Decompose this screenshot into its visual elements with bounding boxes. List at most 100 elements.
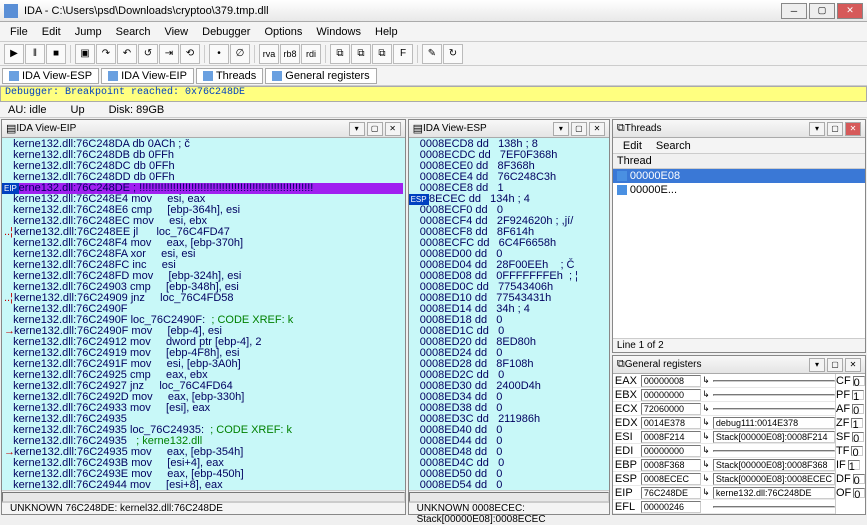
run-to-cursor-button[interactable]: ↺ [138,44,158,64]
flag-row[interactable]: PF1 [836,388,865,402]
disk-status: Disk: 89GB [109,104,165,116]
register-row[interactable]: ESI0008F214↳Stack[00000E08]:0008F214 [613,430,835,444]
flag-row[interactable]: TF0 [836,444,865,458]
refresh-button[interactable]: ⟲ [180,44,200,64]
disassembly-view[interactable]: kerne132.dll:76C248DA db 0ACh ; č kerne1… [2,138,405,490]
step-over-button[interactable]: ▣ [75,44,95,64]
pane-menu-button[interactable]: ▾ [809,358,825,372]
register-row[interactable]: ECX72060000↳ [613,402,835,416]
clear-button[interactable]: ∅ [230,44,250,64]
menu-options[interactable]: Options [258,24,308,40]
toolbar-sep [254,45,255,63]
menu-edit[interactable]: Edit [36,24,67,40]
register-row[interactable]: EFL00000246 [613,500,835,514]
step-into-button[interactable]: ↷ [96,44,116,64]
window-button-3[interactable]: ⧉ [372,44,392,64]
disasm-line[interactable]: kerne132.dll:76C24944 mov [esi+8], eax [4,480,403,490]
main-area: ▤ IDA View-EIP ▾ ▢ ✕ kerne132.dll:76C248… [0,118,867,516]
pane-restore-button[interactable]: ▢ [367,122,383,136]
pane-menu-button[interactable]: ▾ [349,122,365,136]
threads-menu-edit[interactable]: Edit [617,138,648,154]
minimize-button[interactable]: ─ [781,3,807,19]
rb8-button[interactable]: rb8 [280,44,300,64]
horizontal-scrollbar[interactable] [2,490,405,502]
pane-close-button[interactable]: ✕ [845,358,861,372]
register-row[interactable]: EIP76C248DE↳kerne132.dll:76C248DE [613,486,835,500]
flag-row[interactable]: SF0 [836,430,865,444]
stop-button[interactable]: ■ [46,44,66,64]
threads-pane: ⧉ Threads ▾ ▢ ✕ Edit Search Thread 00000… [612,119,866,353]
titlebar: IDA - C:\Users\psd\Downloads\cryptoo\379… [0,0,867,22]
thread-row[interactable]: 00000E08 [613,169,865,183]
pane-close-button[interactable]: ✕ [845,122,861,136]
maximize-button[interactable]: ▢ [809,3,835,19]
threads-list[interactable]: Thread 00000E0800000E... [613,154,865,338]
tab-ida-view-esp[interactable]: IDA View-ESP [2,68,99,84]
tab-threads[interactable]: Threads [196,68,263,84]
tab-general-registers[interactable]: General registers [265,68,376,84]
pane-close-button[interactable]: ✕ [589,122,605,136]
tab-ida-view-eip[interactable]: IDA View-EIP [101,68,194,84]
pause-button[interactable]: ‖ [25,44,45,64]
window-button-2[interactable]: ⧉ [351,44,371,64]
au-status: AU: idle [8,104,47,116]
pane-restore-button[interactable]: ▢ [827,358,843,372]
pane-menu-button[interactable]: ▾ [553,122,569,136]
pane-restore-button[interactable]: ▢ [571,122,587,136]
flag-row[interactable]: IF1 [836,458,865,472]
menu-search[interactable]: Search [110,24,157,40]
menu-jump[interactable]: Jump [69,24,108,40]
close-button[interactable]: ✕ [837,3,863,19]
stack-line[interactable]: 0008ED54 dd 0 [411,480,607,490]
window-button-1[interactable]: ⧉ [330,44,350,64]
rva-button[interactable]: rva [259,44,279,64]
step-out-button[interactable]: ↶ [117,44,137,64]
tab-label: Threads [216,70,256,82]
menu-view[interactable]: View [158,24,194,40]
reload-button[interactable]: ↻ [443,44,463,64]
register-row[interactable]: EDI00000000↳ [613,444,835,458]
menu-debugger[interactable]: Debugger [196,24,256,40]
pane-title: Threads [625,123,809,134]
threads-menu-search[interactable]: Search [650,138,697,154]
registers-view[interactable]: EAX00000008↳EBX00000000↳ECX72060000↳EDX0… [613,374,865,514]
horizontal-scrollbar[interactable] [409,490,609,502]
flag-row[interactable]: OF0 [836,486,865,500]
debugger-status-bar: Debugger: Breakpoint reached: 0x76C248DE [0,86,867,102]
menu-file[interactable]: File [4,24,34,40]
window-title: IDA - C:\Users\psd\Downloads\cryptoo\379… [24,5,781,17]
edit-button[interactable]: ✎ [422,44,442,64]
flag-row[interactable]: AF0 [836,402,865,416]
register-row[interactable]: EBP0008F368↳Stack[00000E08]:0008F368 [613,458,835,472]
pane-restore-button[interactable]: ▢ [827,122,843,136]
menu-windows[interactable]: Windows [310,24,367,40]
pane-menu-button[interactable]: ▾ [809,122,825,136]
stack-view[interactable]: 0008ECD8 dd 138h ; 8 0008ECDC dd 7EF0F36… [409,138,609,490]
rdi-button[interactable]: rdi [301,44,321,64]
register-row[interactable]: ESP0008ECEC↳Stack[00000E08]:0008ECEC [613,472,835,486]
registers-icon [272,71,282,81]
tab-label: IDA View-ESP [22,70,92,82]
run-button[interactable]: ▶ [4,44,24,64]
flag-row[interactable]: CF0 [836,374,865,388]
toolbar-sep [204,45,205,63]
thread-row[interactable]: 00000E... [613,183,865,197]
breakpoint-button[interactable]: • [209,44,229,64]
threads-icon [203,71,213,81]
pane-close-button[interactable]: ✕ [385,122,401,136]
toolbar-sep [417,45,418,63]
register-row[interactable]: EDX0014E378↳debug111:0014E378 [613,416,835,430]
flag-row[interactable]: ZF1 [836,416,865,430]
register-row[interactable]: EAX00000008↳ [613,374,835,388]
threads-column-header[interactable]: Thread [613,154,865,169]
window-buttons: ─ ▢ ✕ [781,3,863,19]
f-button[interactable]: F [393,44,413,64]
flag-row[interactable]: DF0 [836,472,865,486]
tab-label: General registers [285,70,369,82]
right-column: ⧉ Threads ▾ ▢ ✕ Edit Search Thread 00000… [611,118,867,516]
tabbar: IDA View-ESP IDA View-EIP Threads Genera… [0,66,867,86]
menu-help[interactable]: Help [369,24,404,40]
register-row[interactable]: EBX00000000↳ [613,388,835,402]
threads-menubar: Edit Search [613,138,865,154]
step-button[interactable]: ⇥ [159,44,179,64]
